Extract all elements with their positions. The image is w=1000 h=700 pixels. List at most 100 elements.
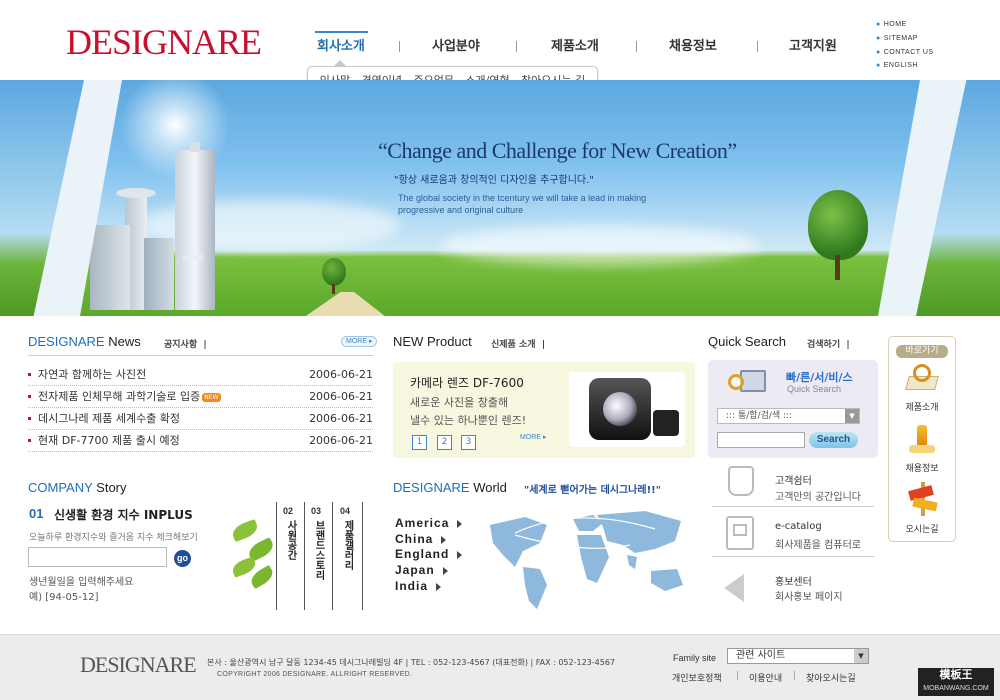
story-tab-number: 02	[283, 506, 294, 516]
footer-link-privacy[interactable]: 개인보호정책	[672, 671, 722, 684]
divider	[362, 502, 363, 610]
magnifier-monitor-icon	[728, 366, 770, 400]
footer-link-guide[interactable]: 이용안내	[749, 671, 782, 684]
news-item-title: 자연과 함께하는 사진전	[38, 368, 147, 381]
search-input[interactable]	[717, 432, 805, 448]
util-contact[interactable]: ● CONTACT US	[876, 49, 934, 56]
quick-menu-location[interactable]: 오시는길	[888, 522, 956, 535]
nav-recruit[interactable]: 채용정보	[669, 38, 717, 56]
news-more-button[interactable]: MORE ▸	[341, 336, 378, 347]
chevron-down-icon: ▼	[854, 649, 868, 663]
footer-link-location[interactable]: 찾아오시는길	[806, 671, 856, 684]
pencil-figure-icon[interactable]	[907, 425, 937, 455]
divider	[28, 355, 373, 356]
nav-company[interactable]: 회사소개	[317, 38, 365, 56]
quick-menu-header: 바로가기	[896, 345, 948, 358]
leaf-icon	[230, 519, 260, 542]
arrow-right-icon	[457, 519, 463, 528]
footer-logo: DESIGNARE	[80, 652, 197, 677]
country-link-japan[interactable]: Japan	[395, 563, 448, 577]
story-tab-staff[interactable]: 사원공간	[277, 520, 303, 560]
quick-service-subtitle: Quick Search	[787, 384, 842, 394]
news-item-title: 현재 DF-7700 제품 출시 예정	[38, 434, 180, 447]
cs-item-title: e-catalog	[775, 521, 822, 532]
logo-text: DESIGNARE	[66, 22, 262, 62]
search-category-select[interactable]: ::: 통/합/검/색 ::: ▼	[717, 408, 860, 424]
story-headline[interactable]: 신생활 환경 지수 INPLUS	[54, 506, 193, 523]
arrow-right-icon	[442, 566, 448, 575]
building-icon	[175, 150, 215, 310]
country-link-india[interactable]: India	[395, 579, 442, 593]
tree-trunk-icon	[835, 255, 840, 280]
birthdate-input[interactable]	[28, 547, 167, 567]
story-title: COMPANY Story	[28, 480, 127, 495]
country-link-america[interactable]: America	[395, 516, 463, 530]
news-title: DESIGNARE News	[28, 334, 141, 349]
util-sitemap[interactable]: ● SITEMAP	[876, 35, 918, 42]
divider	[332, 502, 333, 610]
country-link-china[interactable]: China	[395, 532, 447, 546]
news-item-title: 전자제품 인체무해 과학기술로 입증	[38, 390, 201, 403]
world-title: DESIGNARE World	[393, 480, 507, 495]
news-item-date: 2006-06-21	[309, 368, 373, 381]
nav-divider	[399, 41, 400, 52]
family-site-select[interactable]: 관련 사이트 ▼	[727, 648, 869, 664]
news-item[interactable]: 데시그나레 제품 세계수출 확정 2006-06-21	[28, 408, 373, 430]
tree-icon	[322, 258, 346, 286]
arrow-right-icon	[441, 535, 447, 544]
search-button[interactable]: Search	[809, 432, 858, 448]
nav-business[interactable]: 사업분야	[432, 38, 480, 56]
tree-icon	[808, 190, 868, 260]
quick-service-title: 빠/른/서/비/스	[786, 371, 853, 384]
news-item-title: 데시그나레 제품 세계수출 확정	[38, 412, 181, 425]
country-link-england[interactable]: England	[395, 547, 463, 561]
catalog-icon	[726, 516, 754, 550]
story-hint-example: 예) [94-05-12]	[29, 592, 99, 603]
news-item[interactable]: 자연과 함께하는 사진전 2006-06-21	[28, 364, 373, 386]
quick-search-title: Quick Search	[708, 334, 787, 349]
product-name[interactable]: 카메라 렌즈 DF-7600	[410, 374, 524, 391]
product-more-link[interactable]: MORE ▸	[520, 433, 546, 441]
cs-item-desc: 고객만의 공간입니다	[775, 492, 861, 503]
watermark: 模板王 MOBANWANG.COM	[918, 668, 994, 696]
news-item-date: 2006-06-21	[309, 390, 373, 403]
cs-item-desc: 회사홍보 페이지	[775, 592, 843, 603]
tower-top-icon	[116, 188, 156, 198]
arrow-right-icon	[457, 550, 463, 559]
story-desc: 오늘하루 환경지수와 즐거움 지수 체크해보기	[29, 533, 198, 543]
product-page-1[interactable]: 1	[412, 435, 427, 450]
world-tagline: "세계로 뻗어가는 데시그나레!!"	[524, 485, 661, 496]
tree-trunk-icon	[332, 284, 335, 294]
story-tab-number: 03	[311, 506, 322, 516]
product-image[interactable]	[569, 372, 685, 447]
news-item[interactable]: 전자제품 인체무해 과학기술로 입증 NEW 2006-06-21	[28, 386, 373, 408]
news-item-date: 2006-06-21	[309, 434, 373, 447]
util-home[interactable]: ● HOME	[876, 21, 907, 28]
quick-menu-recruit[interactable]: 채용정보	[888, 461, 956, 474]
arrow-right-icon	[436, 582, 442, 591]
building-icon	[144, 238, 174, 310]
footer-copyright: COPYRIGHT 2006 DESIGNARE. ALLRIGHT RESER…	[217, 671, 413, 678]
go-button[interactable]: go	[174, 550, 191, 567]
nav-products[interactable]: 제품소개	[551, 38, 599, 56]
cs-item-title[interactable]: 홍보센터	[775, 573, 812, 588]
logo[interactable]: DESIGNARE	[66, 22, 262, 62]
nav-support[interactable]: 고객지원	[789, 38, 837, 56]
news-item-date: 2006-06-21	[309, 412, 373, 425]
cs-item-title: 고객쉼터	[775, 476, 812, 487]
story-number: 01	[29, 506, 44, 521]
product-page-2[interactable]: 2	[437, 435, 452, 450]
story-tab-brand[interactable]: 브랜드스토리	[305, 520, 331, 580]
story-tab-gallery[interactable]: 제품갤러리	[334, 520, 360, 570]
nav-divider	[636, 41, 637, 52]
book-pen-icon[interactable]	[905, 362, 939, 394]
product-page-3[interactable]: 3	[461, 435, 476, 450]
quick-menu-products[interactable]: 제품소개	[888, 400, 956, 413]
megaphone-icon	[724, 574, 744, 602]
signpost-icon[interactable]	[907, 482, 939, 516]
news-item[interactable]: 현재 DF-7700 제품 출시 예정 2006-06-21	[28, 430, 373, 452]
cup-icon	[728, 466, 754, 496]
story-hint: 생년월일을 입력해주세요	[29, 577, 134, 588]
lens-glass-icon	[603, 392, 637, 426]
util-english[interactable]: ● ENGLISH	[876, 62, 918, 69]
